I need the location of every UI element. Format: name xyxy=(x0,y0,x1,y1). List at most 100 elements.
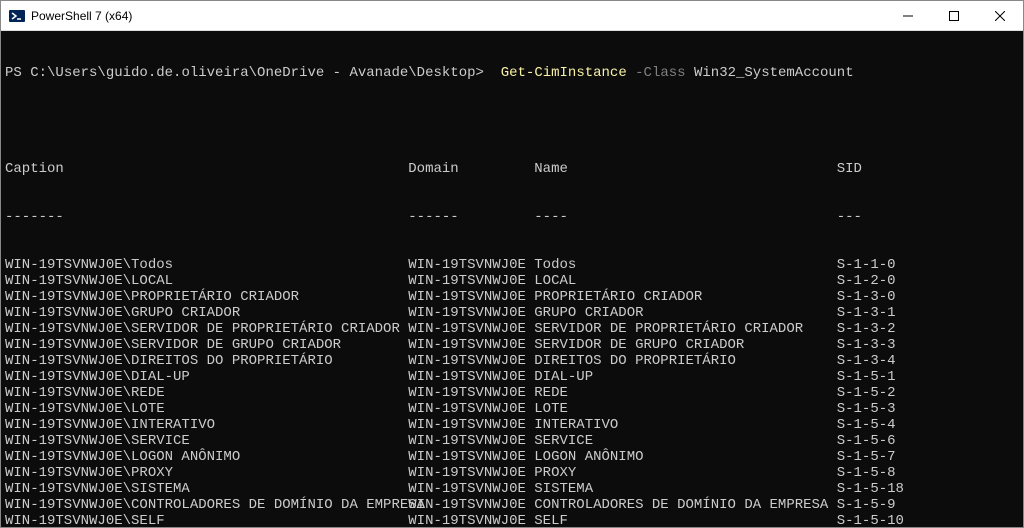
cell-name: SISTEMA xyxy=(534,481,836,497)
cell-sid: S-1-5-10 xyxy=(837,513,921,527)
cell-name: SERVIDOR DE GRUPO CRIADOR xyxy=(534,337,836,353)
cell-name: CONTROLADORES DE DOMÍNIO DA EMPRESA xyxy=(534,497,836,513)
cell-caption: WIN-19TSVNWJ0E\LOCAL xyxy=(5,273,408,289)
table-row: WIN-19TSVNWJ0E\DIREITOS DO PROPRIETÁRIOW… xyxy=(5,353,1019,369)
table-row: WIN-19TSVNWJ0E\LOGON ANÔNIMOWIN-19TSVNWJ… xyxy=(5,449,1019,465)
app-window: PowerShell 7 (x64) PS C:\Users\guido.de.… xyxy=(0,0,1024,528)
cell-name: LOGON ANÔNIMO xyxy=(534,449,836,465)
table-row: WIN-19TSVNWJ0E\PROPRIETÁRIO CRIADORWIN-1… xyxy=(5,289,1019,305)
powershell-icon xyxy=(9,8,25,24)
cell-caption: WIN-19TSVNWJ0E\REDE xyxy=(5,385,408,401)
cell-domain: WIN-19TSVNWJ0E xyxy=(408,513,534,527)
cell-sid: S-1-5-7 xyxy=(837,449,921,465)
window-title: PowerShell 7 (x64) xyxy=(31,9,885,23)
cell-caption: WIN-19TSVNWJ0E\SELF xyxy=(5,513,408,527)
table-row: WIN-19TSVNWJ0E\LOTEWIN-19TSVNWJ0ELOTES-1… xyxy=(5,401,1019,417)
cell-caption: WIN-19TSVNWJ0E\SERVIDOR DE GRUPO CRIADOR xyxy=(5,337,408,353)
table-row: WIN-19TSVNWJ0E\LOCALWIN-19TSVNWJ0ELOCALS… xyxy=(5,273,1019,289)
cell-sid: S-1-3-2 xyxy=(837,321,921,337)
cell-domain: WIN-19TSVNWJ0E xyxy=(408,465,534,481)
command: Get-CimInstance xyxy=(501,65,627,81)
cell-caption: WIN-19TSVNWJ0E\PROPRIETÁRIO CRIADOR xyxy=(5,289,408,305)
cell-domain: WIN-19TSVNWJ0E xyxy=(408,433,534,449)
cell-caption: WIN-19TSVNWJ0E\SERVIDOR DE PROPRIETÁRIO … xyxy=(5,321,408,337)
cell-domain: WIN-19TSVNWJ0E xyxy=(408,385,534,401)
cell-domain: WIN-19TSVNWJ0E xyxy=(408,417,534,433)
maximize-button[interactable] xyxy=(931,1,977,30)
cell-name: DIAL-UP xyxy=(534,369,836,385)
col-header-name: Name xyxy=(534,161,836,177)
table-row: WIN-19TSVNWJ0E\PROXYWIN-19TSVNWJ0EPROXYS… xyxy=(5,465,1019,481)
cell-domain: WIN-19TSVNWJ0E xyxy=(408,305,534,321)
cell-caption: WIN-19TSVNWJ0E\SERVICE xyxy=(5,433,408,449)
cell-sid: S-1-5-18 xyxy=(837,481,921,497)
cell-domain: WIN-19TSVNWJ0E xyxy=(408,497,534,513)
cell-sid: S-1-5-1 xyxy=(837,369,921,385)
table-row: WIN-19TSVNWJ0E\SELFWIN-19TSVNWJ0ESELFS-1… xyxy=(5,513,1019,527)
cell-sid: S-1-1-0 xyxy=(837,257,921,273)
cell-name: REDE xyxy=(534,385,836,401)
titlebar[interactable]: PowerShell 7 (x64) xyxy=(1,1,1023,31)
cell-domain: WIN-19TSVNWJ0E xyxy=(408,289,534,305)
command-param: -Class xyxy=(635,65,685,81)
cell-domain: WIN-19TSVNWJ0E xyxy=(408,273,534,289)
command-arg: Win32_SystemAccount xyxy=(694,65,854,81)
prompt-sep: > xyxy=(476,65,493,81)
cell-name: INTERATIVO xyxy=(534,417,836,433)
cell-domain: WIN-19TSVNWJ0E xyxy=(408,257,534,273)
cell-name: Todos xyxy=(534,257,836,273)
col-header-sid: SID xyxy=(837,161,921,177)
table-header: CaptionDomainNameSID xyxy=(5,161,1019,177)
cell-name: LOTE xyxy=(534,401,836,417)
table-body: WIN-19TSVNWJ0E\TodosWIN-19TSVNWJ0ETodosS… xyxy=(5,257,1019,527)
cell-domain: WIN-19TSVNWJ0E xyxy=(408,449,534,465)
cell-name: SERVICE xyxy=(534,433,836,449)
cell-name: GRUPO CRIADOR xyxy=(534,305,836,321)
cell-sid: S-1-5-3 xyxy=(837,401,921,417)
table-row: WIN-19TSVNWJ0E\REDEWIN-19TSVNWJ0EREDES-1… xyxy=(5,385,1019,401)
table-row: WIN-19TSVNWJ0E\SERVICEWIN-19TSVNWJ0ESERV… xyxy=(5,433,1019,449)
cell-sid: S-1-5-8 xyxy=(837,465,921,481)
table-row: WIN-19TSVNWJ0E\SISTEMAWIN-19TSVNWJ0ESIST… xyxy=(5,481,1019,497)
minimize-button[interactable] xyxy=(885,1,931,30)
cell-sid: S-1-2-0 xyxy=(837,273,921,289)
cell-name: PROXY xyxy=(534,465,836,481)
cell-sid: S-1-5-4 xyxy=(837,417,921,433)
cell-domain: WIN-19TSVNWJ0E xyxy=(408,321,534,337)
terminal-area[interactable]: PS C:\Users\guido.de.oliveira\OneDrive -… xyxy=(1,31,1023,527)
cell-sid: S-1-5-6 xyxy=(837,433,921,449)
cell-name: SERVIDOR DE PROPRIETÁRIO CRIADOR xyxy=(534,321,836,337)
table-row: WIN-19TSVNWJ0E\CONTROLADORES DE DOMÍNIO … xyxy=(5,497,1019,513)
cell-caption: WIN-19TSVNWJ0E\PROXY xyxy=(5,465,408,481)
table-row: WIN-19TSVNWJ0E\TodosWIN-19TSVNWJ0ETodosS… xyxy=(5,257,1019,273)
prompt-prefix: PS xyxy=(5,65,30,81)
cell-caption: WIN-19TSVNWJ0E\Todos xyxy=(5,257,408,273)
cell-name: PROPRIETÁRIO CRIADOR xyxy=(534,289,836,305)
cell-caption: WIN-19TSVNWJ0E\CONTROLADORES DE DOMÍNIO … xyxy=(5,497,408,513)
table-row: WIN-19TSVNWJ0E\SERVIDOR DE PROPRIETÁRIO … xyxy=(5,321,1019,337)
minimize-icon xyxy=(903,11,913,21)
cell-caption: WIN-19TSVNWJ0E\GRUPO CRIADOR xyxy=(5,305,408,321)
table-row: WIN-19TSVNWJ0E\GRUPO CRIADORWIN-19TSVNWJ… xyxy=(5,305,1019,321)
cell-caption: WIN-19TSVNWJ0E\SISTEMA xyxy=(5,481,408,497)
cell-name: SELF xyxy=(534,513,836,527)
col-header-domain: Domain xyxy=(408,161,534,177)
col-header-caption: Caption xyxy=(5,161,408,177)
cell-caption: WIN-19TSVNWJ0E\INTERATIVO xyxy=(5,417,408,433)
cell-caption: WIN-19TSVNWJ0E\LOTE xyxy=(5,401,408,417)
table-separator: -------------------- xyxy=(5,209,1019,225)
cell-sid: S-1-3-1 xyxy=(837,305,921,321)
cell-caption: WIN-19TSVNWJ0E\DIAL-UP xyxy=(5,369,408,385)
cell-sid: S-1-3-4 xyxy=(837,353,921,369)
table-row: WIN-19TSVNWJ0E\SERVIDOR DE GRUPO CRIADOR… xyxy=(5,337,1019,353)
table-row: WIN-19TSVNWJ0E\DIAL-UPWIN-19TSVNWJ0EDIAL… xyxy=(5,369,1019,385)
cell-caption: WIN-19TSVNWJ0E\DIREITOS DO PROPRIETÁRIO xyxy=(5,353,408,369)
table-row: WIN-19TSVNWJ0E\INTERATIVOWIN-19TSVNWJ0EI… xyxy=(5,417,1019,433)
prompt-path: C:\Users\guido.de.oliveira\OneDrive - Av… xyxy=(30,65,475,81)
cell-domain: WIN-19TSVNWJ0E xyxy=(408,481,534,497)
cell-domain: WIN-19TSVNWJ0E xyxy=(408,369,534,385)
cell-domain: WIN-19TSVNWJ0E xyxy=(408,353,534,369)
cell-caption: WIN-19TSVNWJ0E\LOGON ANÔNIMO xyxy=(5,449,408,465)
close-button[interactable] xyxy=(977,1,1023,30)
cell-sid: S-1-5-9 xyxy=(837,497,921,513)
